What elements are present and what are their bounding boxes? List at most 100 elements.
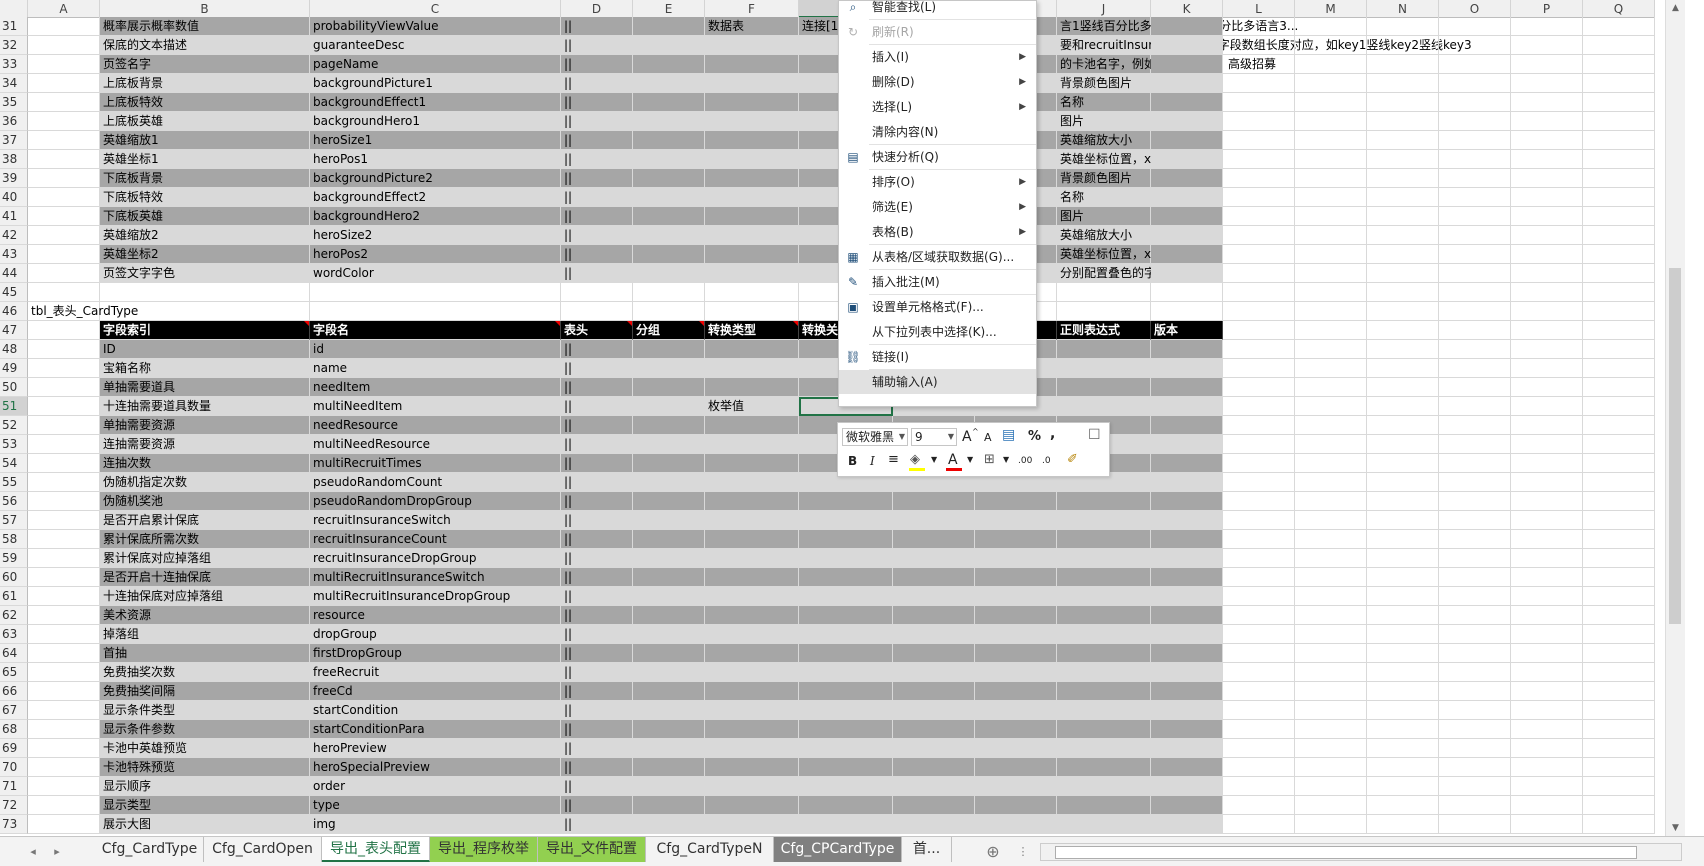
grow-font-icon[interactable]: A xyxy=(962,429,972,445)
cell-m[interactable] xyxy=(1295,321,1367,340)
cell-h[interactable] xyxy=(893,511,975,530)
cell-j[interactable] xyxy=(1057,378,1151,397)
cell-p[interactable] xyxy=(1511,435,1583,454)
cell-a[interactable] xyxy=(28,416,100,435)
row-header[interactable]: 57 xyxy=(0,511,28,530)
cell-p[interactable] xyxy=(1511,207,1583,226)
cell-m[interactable] xyxy=(1295,359,1367,378)
cell-l[interactable] xyxy=(1223,625,1295,644)
cell-f[interactable] xyxy=(705,511,799,530)
cell-a[interactable] xyxy=(28,644,100,663)
cell-q[interactable] xyxy=(1583,36,1655,55)
cell-c[interactable]: multiNeedResource xyxy=(310,435,561,454)
cell-p[interactable] xyxy=(1511,568,1583,587)
cell-m[interactable] xyxy=(1295,188,1367,207)
more-options-icon[interactable]: ⋮ xyxy=(1012,841,1034,863)
cell-e[interactable] xyxy=(633,644,705,663)
cell-n[interactable] xyxy=(1367,758,1439,777)
cell-q[interactable] xyxy=(1583,587,1655,606)
cell-e[interactable] xyxy=(633,131,705,150)
cell-q[interactable] xyxy=(1583,226,1655,245)
cell-a[interactable] xyxy=(28,454,100,473)
cell-q[interactable] xyxy=(1583,663,1655,682)
row-header[interactable]: 67 xyxy=(0,701,28,720)
cell-i[interactable] xyxy=(975,758,1057,777)
cell-k[interactable] xyxy=(1151,492,1223,511)
cell-f[interactable] xyxy=(705,131,799,150)
row-header[interactable]: 41 xyxy=(0,207,28,226)
cell-l[interactable] xyxy=(1223,188,1295,207)
cell-n[interactable] xyxy=(1367,226,1439,245)
cell-j[interactable] xyxy=(1057,302,1151,321)
cell-j[interactable] xyxy=(1057,397,1151,416)
cell-e[interactable] xyxy=(633,150,705,169)
cell-f[interactable] xyxy=(705,55,799,74)
cell-m[interactable] xyxy=(1295,739,1367,758)
cell-e[interactable] xyxy=(633,302,705,321)
cell-b[interactable]: 英雄坐标1 xyxy=(100,150,310,169)
row-header[interactable]: 39 xyxy=(0,169,28,188)
italic-icon[interactable]: I xyxy=(870,454,875,468)
cell-m[interactable] xyxy=(1295,55,1367,74)
cell-e[interactable] xyxy=(633,720,705,739)
cell-d[interactable]: || xyxy=(561,511,633,530)
cell-j[interactable] xyxy=(1057,492,1151,511)
cell-m[interactable] xyxy=(1295,644,1367,663)
cell-m[interactable] xyxy=(1295,397,1367,416)
cell-k[interactable] xyxy=(1151,720,1223,739)
cell-o[interactable] xyxy=(1439,112,1511,131)
cell-f[interactable] xyxy=(705,340,799,359)
cell-k[interactable] xyxy=(1151,682,1223,701)
cell-o[interactable] xyxy=(1439,169,1511,188)
cell-a[interactable] xyxy=(28,359,100,378)
cell-h[interactable] xyxy=(893,625,975,644)
cell-b[interactable]: 伪随机指定次数 xyxy=(100,473,310,492)
cell-j[interactable]: 英雄坐标位置，x|y xyxy=(1057,150,1162,169)
menu-item-pick-from-list[interactable]: 从下拉列表中选择(K)... xyxy=(839,320,1036,344)
cell-c[interactable]: heroPos2 xyxy=(310,245,561,264)
cell-j[interactable] xyxy=(1057,606,1151,625)
cell-d[interactable]: || xyxy=(561,663,633,682)
cell-e[interactable] xyxy=(633,777,705,796)
cell-p[interactable] xyxy=(1511,302,1583,321)
cell-b[interactable] xyxy=(100,283,310,302)
cell-k[interactable] xyxy=(1151,188,1223,207)
cell-p[interactable] xyxy=(1511,511,1583,530)
cell-a[interactable] xyxy=(28,682,100,701)
cell-j[interactable]: 名称 xyxy=(1057,188,1151,207)
cell-a[interactable] xyxy=(28,207,100,226)
cell-m[interactable] xyxy=(1295,454,1367,473)
sheet-tab[interactable]: Cfg_CPCardType xyxy=(774,837,902,862)
cell-b[interactable]: 十连抽需要道具数量 xyxy=(100,397,310,416)
accounting-format-icon[interactable]: ▤ xyxy=(1002,427,1015,443)
cell-c[interactable]: firstDropGroup xyxy=(310,644,561,663)
cell-m[interactable] xyxy=(1295,720,1367,739)
cell-m[interactable] xyxy=(1295,587,1367,606)
row-header[interactable]: 46 xyxy=(0,302,28,321)
cell-q[interactable] xyxy=(1583,473,1655,492)
cell-m[interactable] xyxy=(1295,549,1367,568)
cell-e[interactable] xyxy=(633,568,705,587)
cell-p[interactable] xyxy=(1511,530,1583,549)
cell-o[interactable] xyxy=(1439,663,1511,682)
cell-m[interactable] xyxy=(1295,473,1367,492)
cell-d[interactable]: || xyxy=(561,435,633,454)
cell-j[interactable] xyxy=(1057,568,1151,587)
cell-k[interactable] xyxy=(1151,796,1223,815)
cell-h[interactable] xyxy=(893,492,975,511)
cell-j[interactable] xyxy=(1057,283,1151,302)
cell-m[interactable] xyxy=(1295,530,1367,549)
cell-f[interactable] xyxy=(705,93,799,112)
cell-q[interactable] xyxy=(1583,131,1655,150)
cell-b[interactable]: 英雄缩放1 xyxy=(100,131,310,150)
cell-i[interactable] xyxy=(975,511,1057,530)
cell-k[interactable] xyxy=(1151,131,1223,150)
cell-k[interactable] xyxy=(1151,416,1223,435)
cell-g[interactable] xyxy=(799,815,893,834)
cell-n[interactable] xyxy=(1367,397,1439,416)
cell-e[interactable] xyxy=(633,74,705,93)
cell-l[interactable] xyxy=(1223,815,1295,834)
cell-m[interactable] xyxy=(1295,568,1367,587)
cell-n[interactable] xyxy=(1367,131,1439,150)
cell-p[interactable] xyxy=(1511,245,1583,264)
